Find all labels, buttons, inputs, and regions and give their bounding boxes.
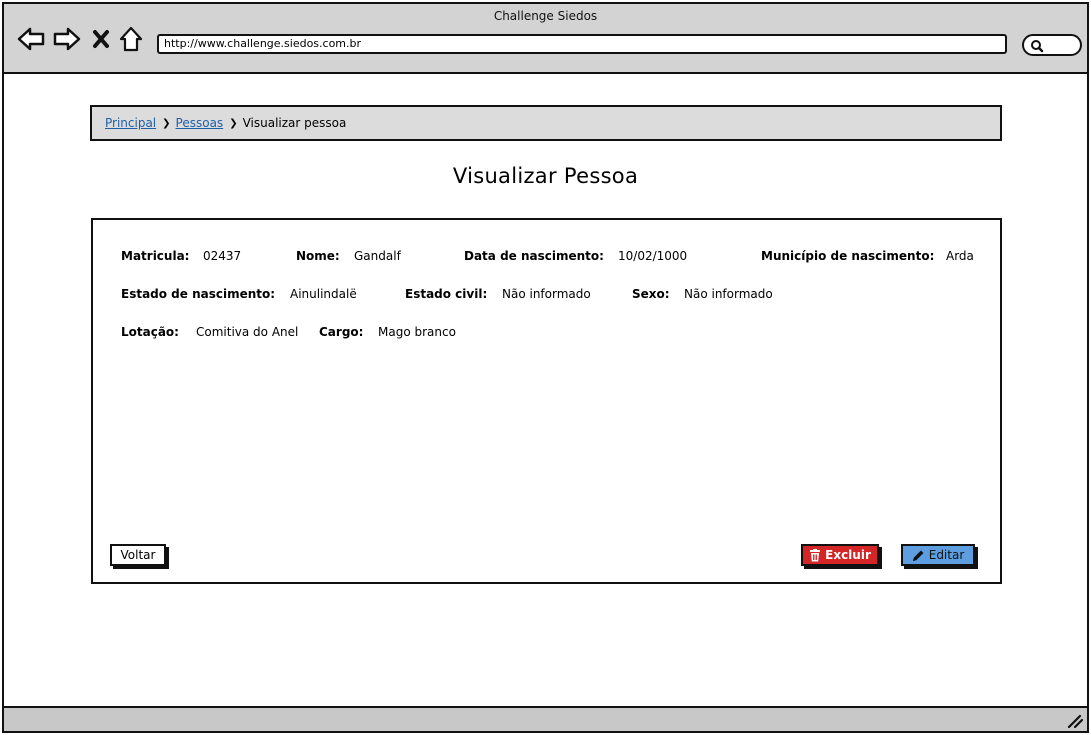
cargo-value: Mago branco [378,325,456,339]
breadcrumb-link-pessoas[interactable]: Pessoas [176,116,224,130]
sexo-value: Não informado [684,287,773,301]
forward-arrow-icon[interactable] [52,25,82,53]
window-title: Challenge Siedos [493,9,598,23]
nome-value: Gandalf [354,249,401,263]
resize-grip-icon[interactable] [1067,714,1083,728]
estado-civil-label: Estado civil: [405,287,488,301]
search-icon [1031,40,1044,53]
lotacao-value: Comitiva do Anel [196,325,299,339]
data-nascimento-value: 10/02/1000 [618,249,688,263]
stop-x-icon[interactable] [90,25,112,53]
browser-titlebar: Challenge Siedos http://www.challenge.si… [4,4,1087,74]
delete-button[interactable]: Excluir [801,544,879,566]
matricula-label: Matricula: [121,249,190,263]
estado-civil-value: Não informado [502,287,591,301]
municipio-nascimento-label: Município de nascimento: [761,249,935,263]
browser-window: Challenge Siedos http://www.challenge.si… [2,2,1089,733]
estado-nascimento-value: Ainulindalë [290,287,357,301]
breadcrumb-current: Visualizar pessoa [242,116,347,130]
breadcrumb: Principal ❯ Pessoas ❯ Visualizar pessoa [90,105,1002,141]
municipio-nascimento-value: Arda [946,249,974,263]
breadcrumb-link-principal[interactable]: Principal [105,116,156,130]
delete-button-label: Excluir [825,548,871,562]
page-content: Principal ❯ Pessoas ❯ Visualizar pessoa … [4,76,1087,708]
sexo-label: Sexo: [632,287,670,301]
back-button[interactable]: Voltar [110,544,166,566]
page-title: Visualizar Pessoa [452,164,639,188]
browser-search-box[interactable] [1022,34,1082,56]
nome-label: Nome: [296,249,340,263]
back-button-label: Voltar [120,548,156,562]
browser-statusbar [4,706,1087,731]
address-bar[interactable]: http://www.challenge.siedos.com.br [157,34,1007,54]
pencil-icon [912,550,924,561]
trash-icon [810,548,821,561]
cargo-label: Cargo: [319,325,364,339]
edit-button[interactable]: Editar [901,544,975,566]
back-arrow-icon[interactable] [16,25,46,53]
chevron-right-icon: ❯ [162,117,171,129]
estado-nascimento-label: Estado de nascimento: [121,287,276,301]
edit-button-label: Editar [928,548,965,562]
chevron-right-icon: ❯ [229,117,238,129]
data-nascimento-label: Data de nascimento: [464,249,604,263]
lotacao-label: Lotação: [121,325,179,339]
person-details-panel: Matricula: 02437 Nome: Gandalf Data de n… [91,218,1002,584]
home-icon[interactable] [118,25,144,53]
matricula-value: 02437 [203,249,242,263]
